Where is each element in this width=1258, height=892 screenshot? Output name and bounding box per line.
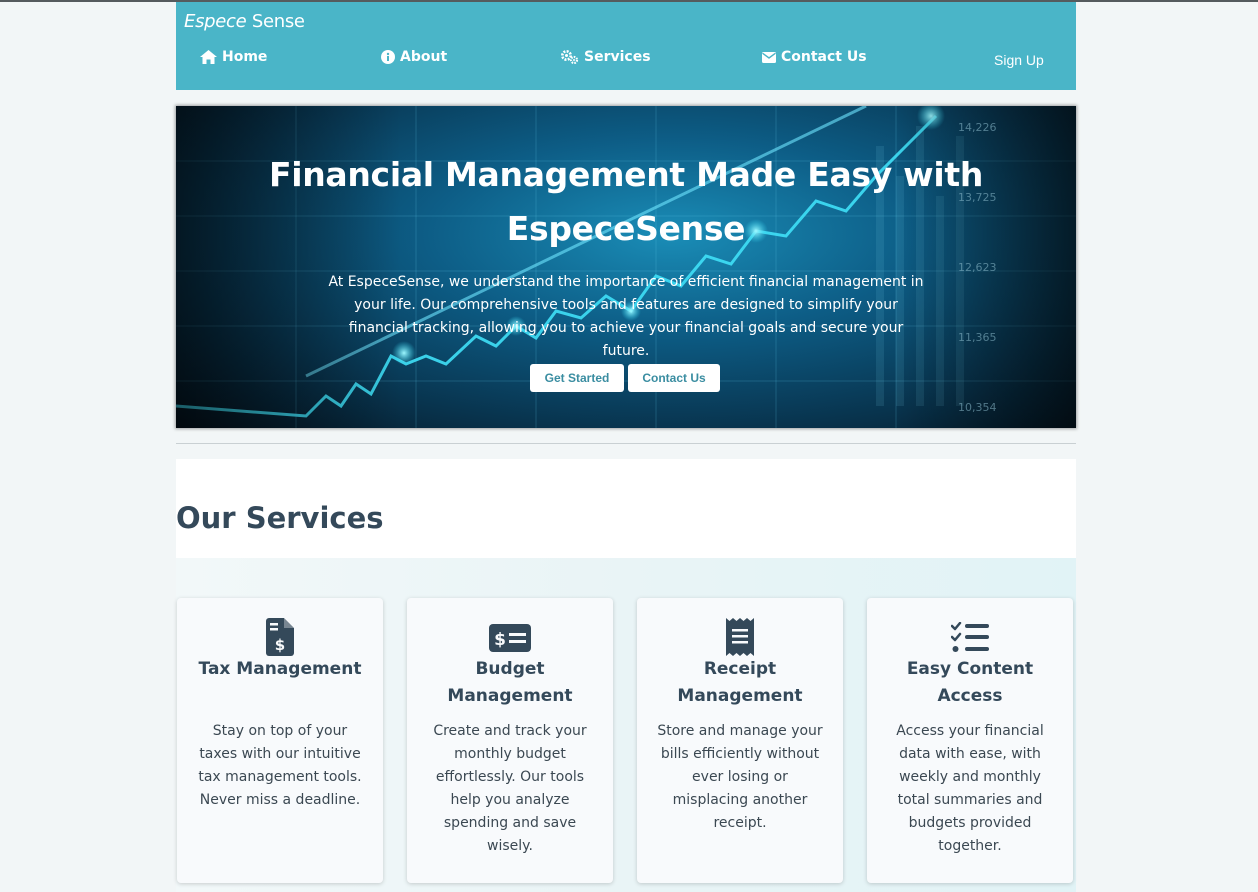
card-description: Stay on top of your taxes with our intui…	[198, 723, 362, 808]
brand-part-1: Especе	[184, 11, 247, 32]
checklist-icon	[867, 618, 1073, 658]
nav-services[interactable]: Services	[561, 49, 651, 65]
hero-title: Financial Management Made Easy with Espe…	[268, 155, 984, 248]
section-divider	[176, 443, 1076, 444]
card-title: Tax Management	[198, 659, 362, 679]
svg-text:$: $	[494, 630, 506, 650]
hero-description: At EspeceSense, we understand the import…	[328, 274, 924, 359]
get-started-button[interactable]: Get Started	[530, 364, 624, 392]
gears-icon	[561, 50, 579, 64]
nav-contact-label: Contact Us	[781, 49, 867, 65]
axis-value-5: 10,354	[958, 401, 997, 414]
service-card-budget: $ Budget Management Create and track you…	[407, 598, 613, 883]
service-card-receipt: Receipt Management Store and manage your…	[637, 598, 843, 883]
services-section: $ Tax Management Stay on top of your tax…	[176, 558, 1076, 892]
nav-about-label: About	[400, 49, 448, 65]
card-description: Store and manage your bills efficiently …	[657, 723, 823, 831]
services-header: Our Services	[176, 459, 1076, 558]
home-icon	[200, 50, 217, 64]
signup-link[interactable]: Sign Up	[994, 52, 1044, 68]
svg-text:$: $	[275, 636, 285, 654]
card-title: Receipt Management	[677, 659, 803, 706]
axis-value-4: 11,365	[958, 331, 997, 344]
hero-contact-button[interactable]: Contact Us	[628, 364, 720, 392]
nav-home[interactable]: Home	[200, 49, 267, 65]
axis-value-1: 14,226	[958, 121, 997, 134]
envelope-icon	[762, 51, 776, 63]
card-description: Access your financial data with ease, wi…	[896, 723, 1044, 854]
navbar: Especе Sense Home About Services Contact…	[176, 2, 1076, 90]
nav-about[interactable]: About	[381, 49, 447, 65]
info-circle-icon	[381, 50, 395, 64]
axis-value-3: 12,623	[958, 261, 997, 274]
services-title: Our Services	[176, 501, 384, 535]
service-card-tax: $ Tax Management Stay on top of your tax…	[177, 598, 383, 883]
card-description: Create and track your monthly budget eff…	[433, 723, 587, 854]
brand-part-2: Sense	[246, 11, 305, 32]
hero-banner: 14,226 13,725 12,623 11,365 10,354 Finan…	[176, 106, 1076, 428]
service-card-access: Easy Content Access Access your financia…	[867, 598, 1073, 883]
card-title: Budget Management	[447, 659, 573, 706]
card-title: Easy Content Access	[906, 659, 1034, 706]
brand-logo[interactable]: Especе Sense	[184, 11, 305, 32]
receipt-icon	[637, 618, 843, 658]
page-wrapper: Especе Sense Home About Services Contact…	[176, 2, 1076, 892]
tax-document-icon: $	[177, 618, 383, 658]
nav-contact[interactable]: Contact Us	[762, 49, 867, 65]
nav-services-label: Services	[584, 49, 651, 65]
money-bill-icon: $	[407, 618, 613, 658]
nav-home-label: Home	[222, 49, 268, 65]
